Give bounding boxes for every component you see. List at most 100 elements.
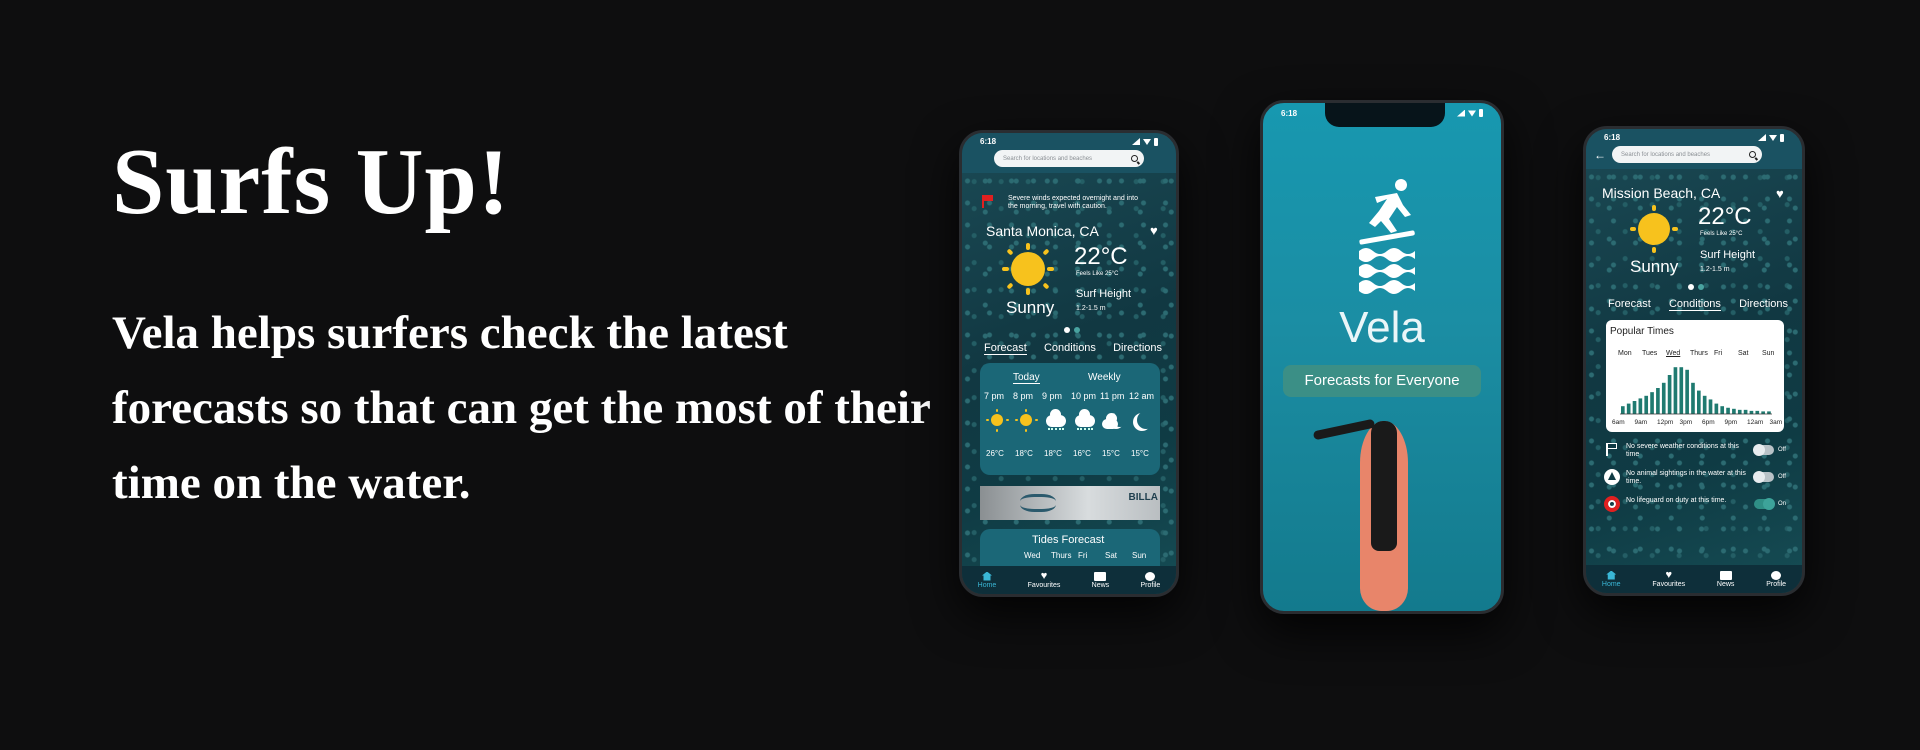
popular-times-bar bbox=[1638, 398, 1643, 414]
time-tick-label: 9pm bbox=[1725, 419, 1738, 426]
tab-forecast[interactable]: Forecast bbox=[984, 342, 1027, 355]
notice-text: No animal sightings in the water at this… bbox=[1626, 470, 1746, 485]
home-icon bbox=[982, 571, 992, 581]
hour-label: 12 am bbox=[1129, 391, 1155, 401]
feels-like: Feels Like 25°C bbox=[1076, 271, 1119, 277]
popular-times-bar bbox=[1679, 367, 1684, 414]
tab-conditions[interactable]: Conditions bbox=[1668, 298, 1721, 311]
popular-times-card: Popular Times Mon Tues Wed Thurs Fri Sat Sun 6… bbox=[1606, 320, 1784, 432]
day-tab-sun[interactable]: Sun bbox=[1762, 350, 1774, 357]
nav-home[interactable]: Home bbox=[977, 571, 997, 589]
nav-profile[interactable]: Profile bbox=[1766, 570, 1787, 588]
popular-times-bar bbox=[1737, 409, 1742, 414]
hero-description: Vela helps surfers check the latest fore… bbox=[112, 307, 930, 509]
brand-name: Vela bbox=[1339, 303, 1425, 352]
nav-profile[interactable]: Profile bbox=[1140, 571, 1160, 589]
search-input[interactable]: Search for locations and beaches bbox=[1612, 146, 1762, 163]
notice-text: No lifeguard on duty at this time. bbox=[1626, 497, 1727, 504]
hour-label: 9 pm bbox=[1042, 391, 1063, 401]
day-tab-tues[interactable]: Tues bbox=[1642, 350, 1657, 357]
day-tab-sat[interactable]: Sat bbox=[1738, 350, 1749, 357]
wave-logo-icon bbox=[1020, 494, 1056, 512]
popular-times-bar bbox=[1661, 382, 1666, 414]
sun-icon bbox=[1002, 243, 1054, 295]
popular-times-bar bbox=[1621, 406, 1625, 414]
search-icon[interactable] bbox=[1749, 151, 1756, 158]
status-bar: 6:18 bbox=[1586, 129, 1802, 146]
time-tick-label: 12pm bbox=[1657, 419, 1673, 426]
popular-times-chart: 6am 9am 12pm 3pm 6pm 9pm 12am 3am bbox=[1612, 367, 1782, 426]
battery-icon bbox=[1780, 133, 1784, 142]
toggle-state: Off bbox=[1778, 474, 1786, 480]
tide-day: Wed bbox=[1024, 551, 1041, 560]
nav-favourites[interactable]: ♥ Favourites bbox=[1028, 569, 1061, 589]
tagline-badge: Forecasts for Everyone bbox=[1283, 365, 1481, 397]
tab-conditions[interactable]: Conditions bbox=[1044, 342, 1096, 355]
tide-day: Fri bbox=[1078, 551, 1088, 560]
surf-height-value: 1.2-1.5 m bbox=[1700, 266, 1730, 273]
nav-label: Home bbox=[977, 581, 997, 589]
favourite-heart-icon[interactable]: ♥ bbox=[1776, 187, 1788, 200]
notice-toggle[interactable] bbox=[1753, 444, 1774, 456]
ad-banner[interactable]: BILLA bbox=[980, 486, 1160, 520]
feels-like: Feels Like 25°C bbox=[1700, 231, 1743, 237]
heart-icon: ♥ bbox=[1040, 569, 1048, 582]
phone-splash-screen: 6:18 Vela Forecasts for Everyone bbox=[1260, 100, 1504, 614]
tide-day: Thurs bbox=[1051, 551, 1072, 560]
home-icon bbox=[1606, 570, 1617, 580]
sun-icon bbox=[1015, 409, 1039, 432]
hour-temp: 15°C bbox=[1131, 449, 1149, 458]
day-tab-wed[interactable]: Wed bbox=[1666, 350, 1680, 357]
hour-temp: 18°C bbox=[1015, 449, 1033, 458]
toggle-state: On bbox=[1778, 501, 1787, 507]
search-icon[interactable] bbox=[1131, 155, 1138, 162]
signal-icon bbox=[1758, 134, 1766, 141]
tab-weekly[interactable]: Weekly bbox=[1088, 372, 1121, 383]
hour-label: 8 pm bbox=[1013, 391, 1034, 401]
nav-home[interactable]: Home bbox=[1601, 570, 1621, 588]
nav-favourites[interactable]: ♥ Favourites bbox=[1652, 569, 1685, 588]
surfer-figure bbox=[1371, 421, 1397, 551]
popular-times-bar bbox=[1650, 392, 1654, 414]
nav-news[interactable]: News bbox=[1716, 570, 1735, 588]
time-tick-label: 3pm bbox=[1680, 419, 1693, 426]
favourite-heart-icon[interactable]: ♥ bbox=[1150, 224, 1162, 237]
phone-home-screen: 6:18 Search for locations and beaches Se… bbox=[959, 130, 1179, 597]
moon-icon bbox=[1131, 409, 1155, 431]
tides-title: Tides Forecast bbox=[1032, 534, 1105, 546]
flag-icon bbox=[1606, 443, 1617, 456]
toggle-state: Off bbox=[1778, 447, 1786, 453]
profile-icon bbox=[1145, 571, 1156, 581]
status-time: 6:18 bbox=[980, 137, 997, 146]
tab-directions[interactable]: Directions bbox=[1739, 298, 1788, 311]
popular-times-bar bbox=[1656, 388, 1660, 414]
popular-times-bar bbox=[1702, 395, 1707, 414]
tab-directions[interactable]: Directions bbox=[1113, 342, 1162, 355]
day-tab-mon[interactable]: Mon bbox=[1618, 350, 1632, 357]
search-input[interactable]: Search for locations and beaches bbox=[994, 150, 1144, 167]
nav-news[interactable]: News bbox=[1092, 571, 1109, 589]
time-tick-label: 6pm bbox=[1702, 419, 1715, 426]
tab-today[interactable]: Today bbox=[1013, 372, 1040, 384]
day-tab-thurs[interactable]: Thurs bbox=[1690, 350, 1708, 357]
popular-times-bar bbox=[1749, 410, 1754, 414]
signal-icon bbox=[1132, 138, 1140, 145]
moon-cloud-icon bbox=[1102, 409, 1126, 431]
nav-label: Profile bbox=[1766, 580, 1787, 588]
signal-icon bbox=[1457, 109, 1465, 117]
lifebuoy-icon bbox=[1604, 496, 1620, 512]
back-arrow-icon[interactable]: ← bbox=[1594, 149, 1606, 161]
hero-title: Surfs Up! bbox=[112, 130, 511, 234]
popular-times-bar bbox=[1673, 367, 1678, 414]
temperature: 22°C bbox=[1698, 203, 1752, 230]
sun-icon bbox=[986, 409, 1010, 432]
notice-toggle[interactable] bbox=[1753, 471, 1774, 483]
day-tab-fri[interactable]: Fri bbox=[1714, 350, 1722, 357]
hour-temp: 16°C bbox=[1073, 449, 1091, 458]
surf-height-value: 1.2-1.5 m bbox=[1076, 305, 1106, 312]
tab-forecast[interactable]: Forecast bbox=[1608, 298, 1651, 311]
nav-label: News bbox=[1716, 580, 1735, 588]
notice-toggle[interactable] bbox=[1754, 498, 1775, 510]
nav-label: Home bbox=[1601, 580, 1621, 588]
popular-times-bar bbox=[1667, 375, 1672, 414]
